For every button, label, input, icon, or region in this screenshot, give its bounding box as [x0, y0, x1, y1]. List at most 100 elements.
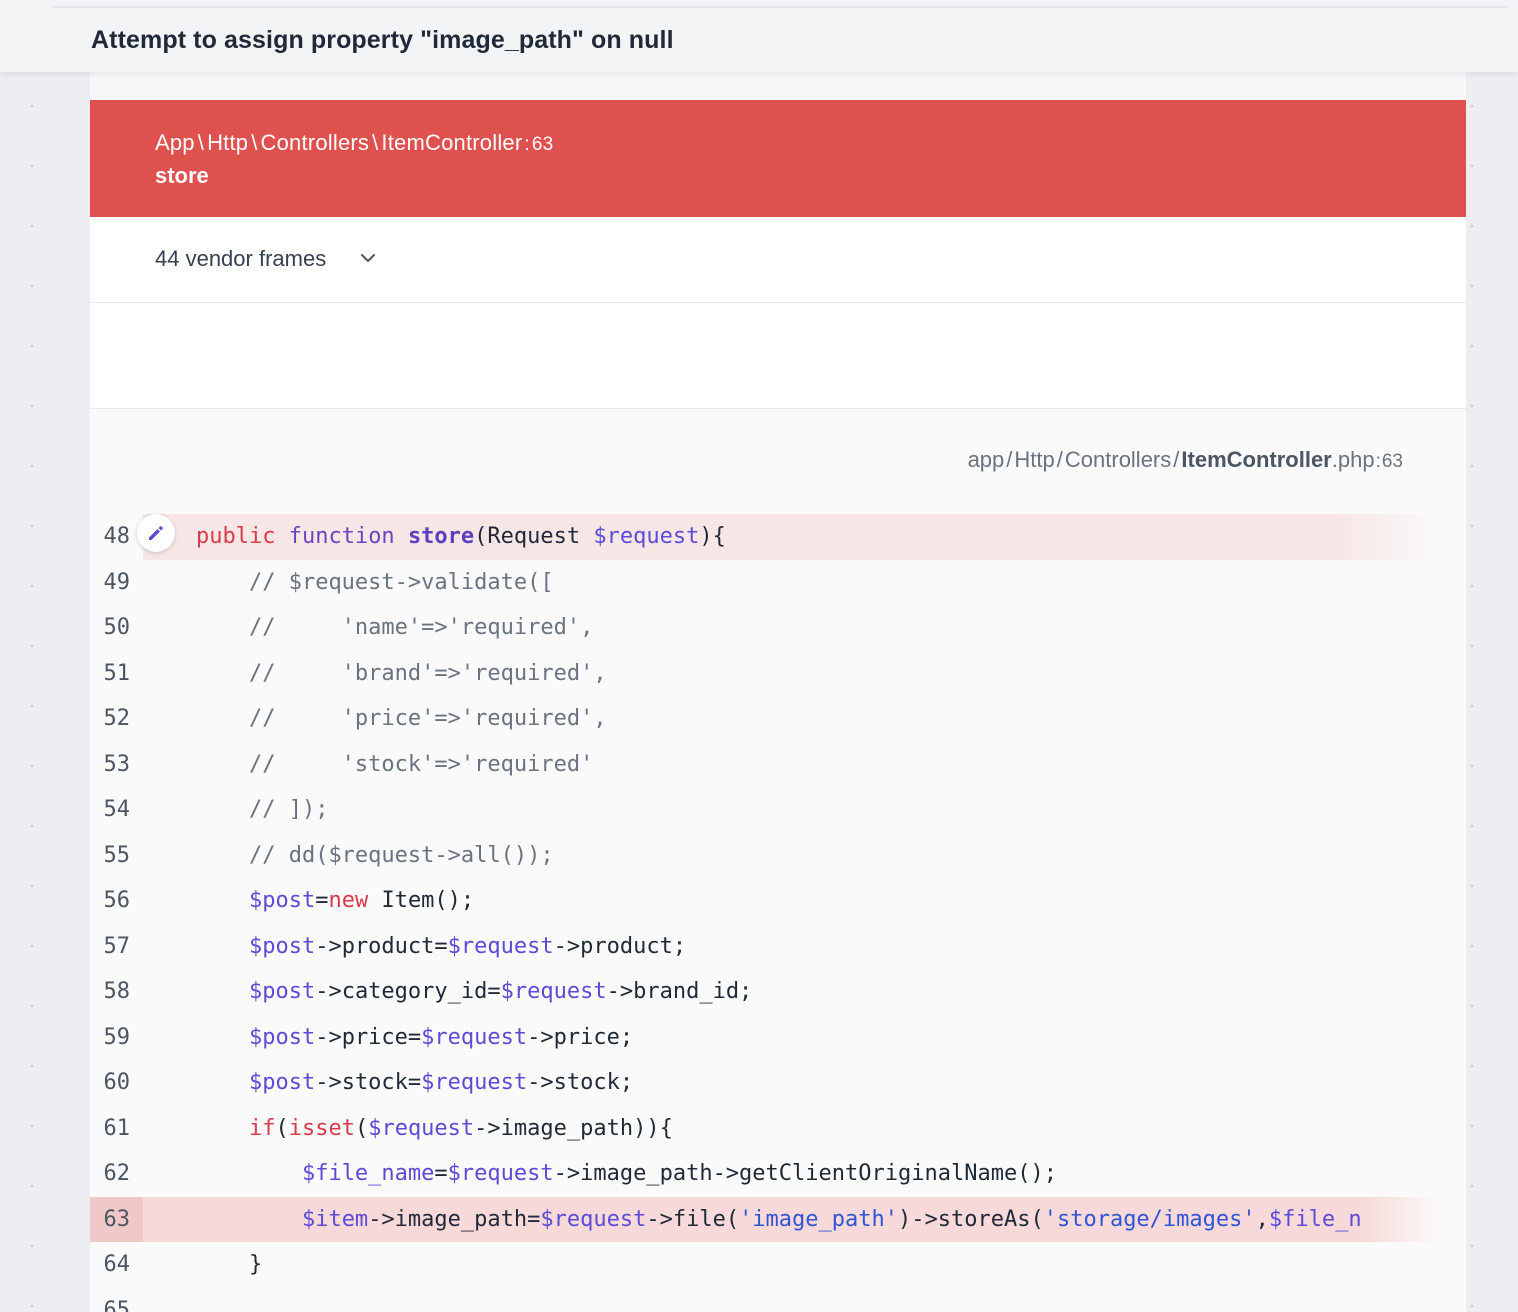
- code-token: ->category_id=: [315, 979, 501, 1004]
- code-snippet: 48 public function store(Request $reques…: [90, 514, 1440, 1312]
- empty-frame-area: [90, 303, 1466, 409]
- code-token: $post: [248, 933, 316, 959]
- path-separator: /: [1006, 447, 1013, 472]
- line-number: 49: [90, 560, 143, 606]
- code-token: ->stock;: [527, 1070, 634, 1095]
- line-code: // $request->validate([: [143, 560, 1440, 606]
- code-token: ->image_path)){: [474, 1115, 673, 1141]
- file-path[interactable]: app/Http/Controllers/ItemController.php:…: [968, 447, 1403, 473]
- code-token: isset: [288, 1115, 355, 1141]
- line-code: // 'stock'=>'required': [143, 742, 1440, 788]
- code-line: 58 $post->category_id=$request->brand_id…: [90, 969, 1440, 1015]
- code-token: $post: [248, 1024, 316, 1050]
- chevron-down-icon[interactable]: [357, 247, 379, 269]
- line-code: $post->stock=$request->stock;: [143, 1060, 1440, 1106]
- code-token: =: [434, 1161, 448, 1186]
- code-token: ->price;: [527, 1024, 634, 1050]
- line-number: 53: [90, 742, 143, 788]
- line-number-text: 60: [103, 1070, 131, 1095]
- line-number-text: 55: [103, 842, 131, 868]
- line-code: // dd($request->all());: [143, 833, 1440, 879]
- code-token: (: [354, 1115, 369, 1141]
- code-token: public: [195, 524, 276, 549]
- code-token: $request: [368, 1115, 475, 1141]
- code-token: // 'price'=>'required',: [248, 706, 607, 731]
- code-token: $post: [248, 979, 316, 1004]
- code-token: 'storage/images': [1043, 1206, 1256, 1232]
- error-header: Attempt to assign property "image_path" …: [0, 0, 1518, 72]
- code-line: 51 // 'brand'=>'required',: [90, 651, 1440, 697]
- code-token: // 'name'=>'required',: [248, 615, 594, 640]
- code-token: Item();: [368, 888, 475, 913]
- code-token: $post: [248, 888, 316, 913]
- line-number-text: 51: [103, 660, 131, 686]
- frame-class-part: ItemController: [381, 130, 523, 155]
- card-spacer: [90, 72, 1466, 100]
- code-token: $post: [248, 1070, 316, 1095]
- path-separator: /: [1056, 447, 1063, 472]
- code-token: (Request: [474, 524, 594, 549]
- code-token: ->product;: [553, 933, 687, 959]
- line-number-text: 57: [103, 933, 131, 959]
- line-number-text: 53: [103, 751, 131, 777]
- line-number-text: 62: [103, 1161, 131, 1186]
- line-number-text: 54: [103, 797, 131, 822]
- code-line: 54 // ]);: [90, 787, 1440, 833]
- line-number: 58: [90, 969, 143, 1015]
- line-number: 48: [90, 514, 143, 560]
- line-number: 55: [90, 833, 143, 879]
- stack-frame-panel: App \ Http \ Controllers \ ItemController:63 s…: [90, 72, 1466, 1312]
- vendor-frames-toggle[interactable]: 44 vendor frames: [90, 217, 1466, 303]
- error-page: Attempt to assign property "image_path" …: [0, 0, 1518, 1312]
- code-line: 59 $post->price=$request->price;: [90, 1015, 1440, 1061]
- line-code: [143, 1288, 1440, 1312]
- line-number-text: 61: [103, 1115, 131, 1141]
- frame-line-separator: :: [524, 134, 530, 155]
- line-number-text: 64: [103, 1252, 131, 1277]
- code-token: ->stock=: [315, 1070, 422, 1095]
- active-stack-frame[interactable]: App \ Http \ Controllers \ ItemController:63 s…: [90, 100, 1466, 217]
- code-token: $request: [593, 524, 700, 549]
- line-number: 54: [90, 787, 143, 833]
- code-token: ->brand_id;: [606, 979, 753, 1004]
- code-line: 60 $post->stock=$request->stock;: [90, 1060, 1440, 1106]
- code-token: // 'stock'=>'required': [248, 751, 594, 777]
- code-token: $request: [447, 1161, 554, 1186]
- code-token: new: [328, 888, 369, 913]
- code-token: $request: [447, 933, 554, 959]
- code-token: ,: [1255, 1206, 1269, 1232]
- edit-file-button[interactable]: [137, 514, 175, 552]
- code-line: 56 $post=new Item();: [90, 878, 1440, 924]
- vendor-frames-label[interactable]: 44 vendor frames: [155, 246, 326, 272]
- line-number-text: 56: [103, 888, 131, 913]
- frame-class-part: Http: [207, 130, 249, 155]
- line-number: 60: [90, 1060, 143, 1106]
- line-code: $file_name=$request->image_path->getClie…: [143, 1151, 1440, 1197]
- code-token: store: [407, 524, 475, 549]
- pencil-icon: [149, 526, 163, 540]
- frame-class-separator: \: [251, 130, 258, 155]
- code-token: if: [248, 1115, 276, 1141]
- line-code: if(isset($request->image_path)){: [143, 1106, 1440, 1152]
- code-line: 61 if(isset($request->image_path)){: [90, 1106, 1440, 1152]
- code-token: ->image_path->getClientOriginalName();: [553, 1161, 1057, 1186]
- code-line: 50 // 'name'=>'required',: [90, 605, 1440, 651]
- line-number: 50: [90, 605, 143, 651]
- line-code: $post->category_id=$request->brand_id;: [143, 969, 1440, 1015]
- line-number-text: 65: [103, 1297, 131, 1312]
- line-number: 56: [90, 878, 143, 924]
- path-dir: Controllers: [1064, 447, 1172, 472]
- line-number: 63: [90, 1196, 143, 1242]
- code-line: 52 // 'price'=>'required',: [90, 696, 1440, 742]
